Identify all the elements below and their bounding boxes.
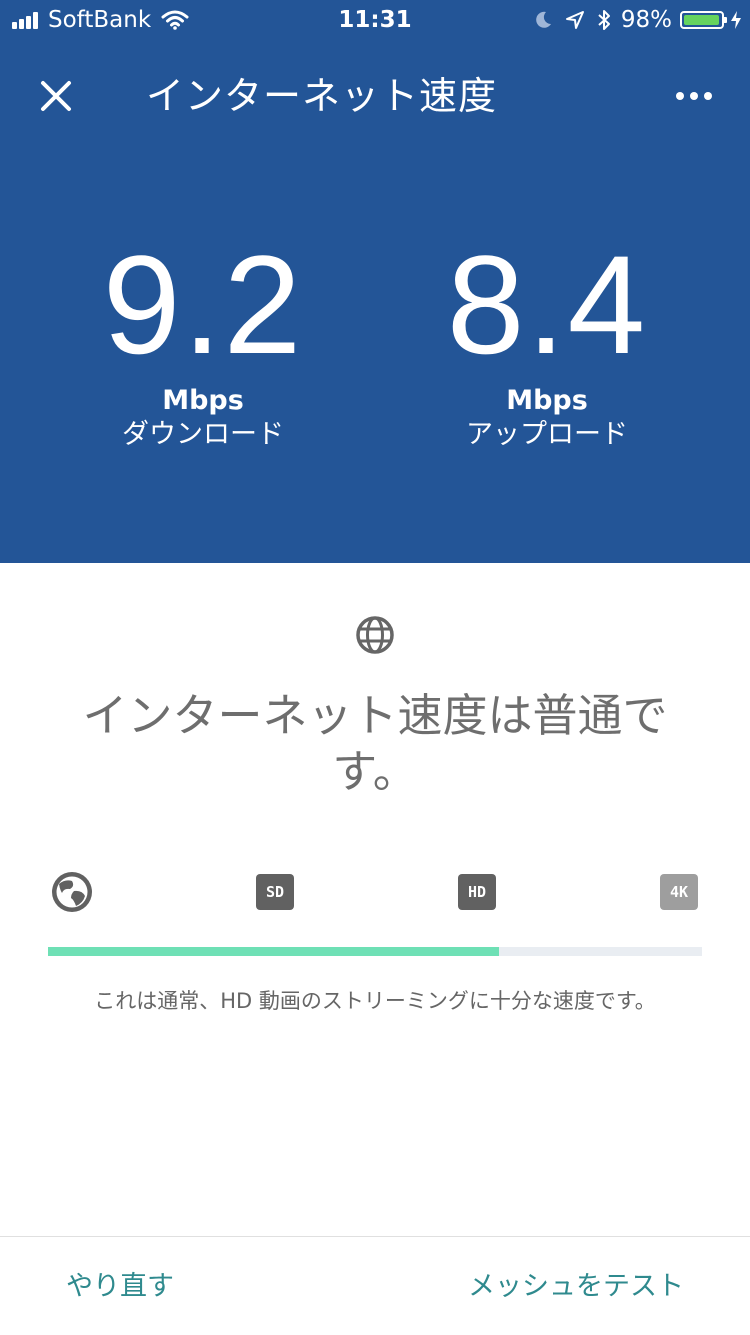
upload-value: 8.4 — [446, 226, 648, 383]
upload-metric: 8.4 Mbps アップロード — [397, 225, 697, 453]
moon-icon — [536, 11, 551, 28]
more-dot-icon — [704, 92, 712, 100]
more-dot-icon — [690, 92, 698, 100]
battery-percent: 98% — [620, 7, 672, 33]
speed-header-panel: SoftBank 11:31 98% インターネット速度 9.2 Mbps ダウ… — [0, 0, 750, 563]
test-mesh-button[interactable]: メッシュをテスト — [468, 1267, 684, 1307]
charging-icon — [731, 11, 741, 29]
speed-result-message: インターネット速度は普通です。 — [82, 689, 668, 798]
download-value: 9.2 — [102, 226, 304, 383]
speed-progress-fill — [48, 947, 500, 956]
basic-web-icon — [52, 872, 92, 912]
download-unit: Mbps — [162, 385, 244, 416]
hd-quality-icon: HD — [458, 874, 496, 910]
page-title: インターネット速度 — [146, 74, 498, 118]
status-right: 98% — [533, 7, 742, 33]
upload-label: アップロード — [466, 419, 628, 450]
battery-level — [684, 15, 720, 25]
footer-actions: やり直す メッシュをテスト — [0, 1236, 750, 1335]
4k-quality-icon: 4K — [660, 874, 698, 910]
upload-unit: Mbps — [506, 385, 588, 416]
globe-icon — [356, 616, 394, 654]
battery-icon — [680, 11, 727, 29]
close-icon — [41, 81, 71, 111]
more-options-button[interactable] — [665, 80, 723, 112]
download-metric: 9.2 Mbps ダウンロード — [53, 225, 353, 453]
quality-tiers: SD HD 4K — [50, 870, 700, 914]
more-dot-icon — [676, 92, 684, 100]
location-icon — [565, 11, 584, 29]
retry-button[interactable]: やり直す — [66, 1267, 174, 1307]
bluetooth-icon — [598, 10, 610, 30]
speed-description: これは通常、HD 動画のストリーミングに十分な速度です。 — [94, 989, 656, 1013]
status-bar: SoftBank 11:31 98% — [0, 0, 750, 40]
download-label: ダウンロード — [122, 419, 284, 450]
sd-quality-icon: SD — [256, 874, 294, 910]
close-button[interactable] — [30, 70, 82, 122]
speed-progress-bar — [48, 947, 702, 956]
